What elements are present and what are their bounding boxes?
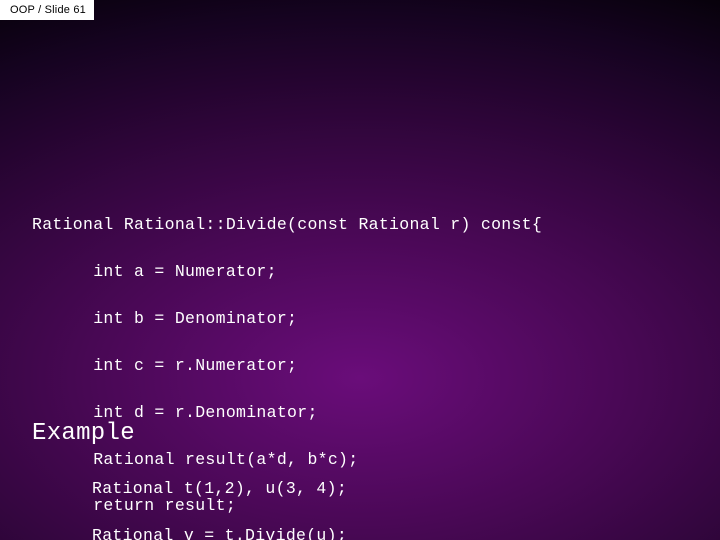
code-line: Rational Rational::Divide(const Rational…	[32, 213, 542, 236]
breadcrumb: OOP / Slide 61	[10, 4, 86, 16]
example-line: Rational v = t.Divide(u);	[92, 524, 347, 540]
code-line: int b = Denominator;	[32, 307, 542, 330]
example-line: Rational t(1,2), u(3, 4);	[92, 477, 347, 500]
code-line: int a = Numerator;	[32, 260, 542, 283]
code-line: int c = r.Numerator;	[32, 354, 542, 377]
slide-header: OOP / Slide 61	[0, 0, 94, 20]
example-block: Rational t(1,2), u(3, 4); Rational v = t…	[92, 454, 347, 540]
example-heading: Example	[32, 420, 135, 447]
